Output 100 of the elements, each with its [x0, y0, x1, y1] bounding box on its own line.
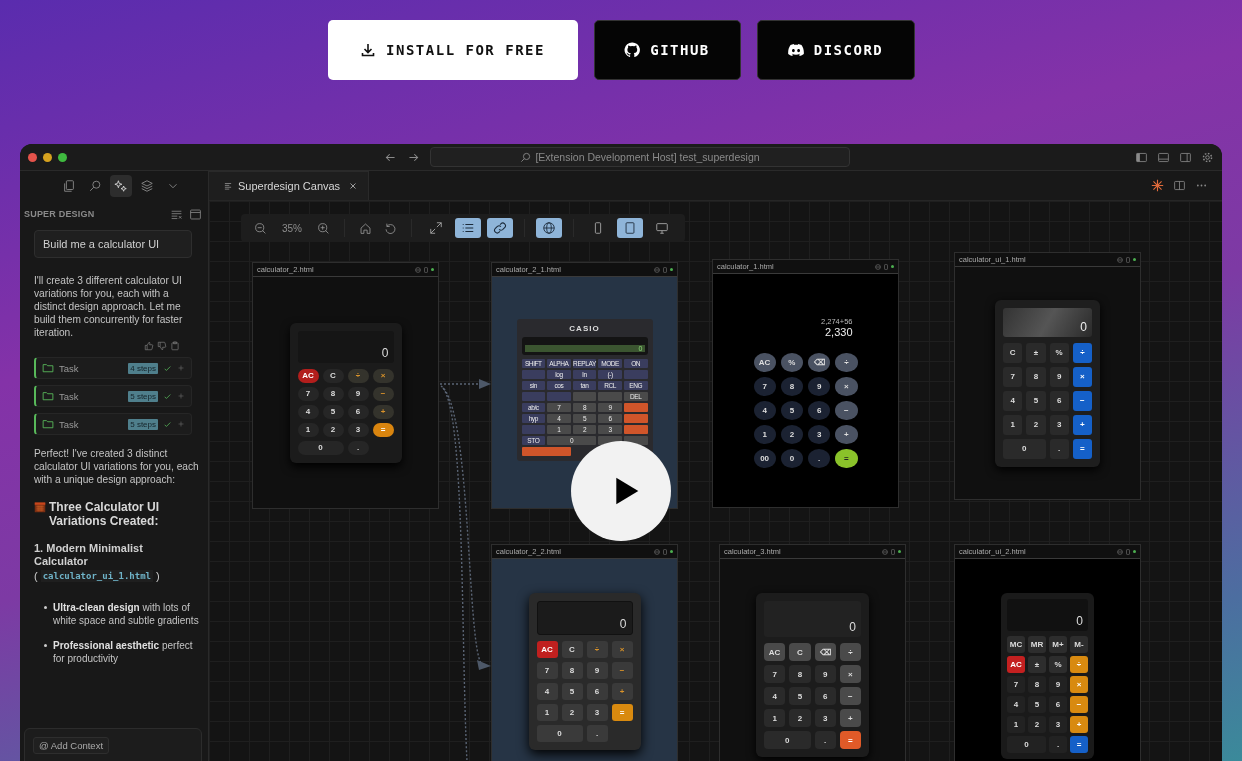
bullet-dot: [44, 606, 47, 609]
thumbs-down-icon[interactable]: [157, 341, 167, 351]
gamepad-icon: [787, 42, 804, 58]
steps-badge: 5 steps: [128, 418, 158, 430]
task-label: Task: [59, 390, 80, 402]
calculator-key: 3: [1049, 414, 1069, 435]
settings-icon[interactable]: [1201, 150, 1214, 164]
thumbs-up-icon[interactable]: [144, 341, 154, 351]
device-icon[interactable]: [1125, 548, 1131, 555]
add-context-chip[interactable]: @ Add Context: [33, 737, 110, 754]
calculator-key: 1: [536, 704, 558, 721]
check-icon: [163, 419, 172, 429]
globe-icon[interactable]: [654, 266, 660, 273]
close-icon[interactable]: [348, 181, 359, 191]
calculator-key: 2: [1028, 716, 1046, 733]
globe-icon[interactable]: [875, 263, 881, 270]
sparkles-tool[interactable]: [110, 175, 132, 197]
calculator-key: =: [1072, 438, 1092, 459]
clipboard-icon[interactable]: [170, 341, 180, 351]
calculator-key: 6: [808, 400, 831, 420]
calculator-key: C: [789, 643, 811, 661]
section-heading: Three Calculator UI Variations Created:: [49, 500, 161, 528]
calculator-key: 1: [297, 422, 319, 437]
task-row[interactable]: Task 4 steps: [34, 357, 192, 379]
calculator-key: 4: [1007, 696, 1025, 713]
calculator-key: 2: [322, 422, 344, 437]
task-row[interactable]: Task 5 steps: [34, 413, 192, 435]
tablet-button[interactable]: [617, 218, 643, 238]
panel-toggle-icon[interactable]: [1157, 150, 1170, 164]
calculator-key: 2: [1026, 414, 1046, 435]
calculator-key: MR: [1028, 636, 1046, 653]
minimize-dot[interactable]: [43, 152, 52, 162]
zoom-dot[interactable]: [58, 152, 67, 162]
globe-icon[interactable]: [882, 548, 888, 555]
calculator-key: 7: [536, 662, 558, 679]
tab-label: Superdesign Canvas: [238, 180, 341, 192]
sparkle-icon[interactable]: [1151, 179, 1164, 192]
calculator-key: ⌫: [808, 352, 831, 372]
device-icon[interactable]: [662, 266, 668, 273]
list-button[interactable]: [455, 218, 481, 238]
device-icon[interactable]: [662, 548, 668, 555]
search-field[interactable]: [Extension Development Host] test_superdesign: [430, 147, 850, 167]
bullet-dot: [44, 644, 47, 647]
device-icon[interactable]: [423, 266, 429, 273]
status-dot: [1133, 258, 1136, 261]
calculator-key: 3: [808, 424, 831, 444]
task-label: Task: [59, 418, 80, 430]
calculator-key: 9: [814, 665, 836, 683]
link-button[interactable]: GITHUB: [593, 20, 741, 80]
sparkles-icon: [114, 179, 128, 193]
globe-icon[interactable]: [654, 548, 660, 555]
globe-icon[interactable]: [1117, 256, 1123, 263]
design-canvas[interactable]: [209, 201, 1222, 761]
calculator-key: +: [839, 709, 861, 727]
split-editor-icon[interactable]: [1173, 179, 1186, 192]
editor-tab[interactable]: Superdesign Canvas: [209, 171, 370, 200]
device-icon[interactable]: [890, 548, 896, 555]
close-dot[interactable]: [28, 152, 37, 162]
calculator-key: 2: [561, 704, 583, 721]
device-icon[interactable]: [1125, 256, 1131, 263]
window-icon[interactable]: [189, 207, 202, 221]
home-icon[interactable]: [359, 221, 372, 235]
chat-composer[interactable]: @ Add Context: [24, 728, 202, 761]
desktop-icon: [655, 221, 669, 235]
globe-button[interactable]: [536, 218, 562, 238]
device-icon[interactable]: [883, 263, 889, 270]
status-dot: [1133, 550, 1136, 553]
globe-icon[interactable]: [1117, 548, 1123, 555]
calculator-key: 0: [764, 731, 811, 749]
calculator-key: M+: [1049, 636, 1067, 653]
link-button[interactable]: DISCORD: [756, 20, 915, 80]
calculator-brand: CASIO: [568, 323, 601, 333]
install-button[interactable]: INSTALL FOR FREE: [327, 20, 578, 80]
calculator-key: ÷: [586, 641, 608, 658]
calculator-key: 7: [297, 386, 319, 401]
calculator-key: 6: [1049, 390, 1069, 411]
panel-title: SUPER DESIGN: [24, 209, 96, 219]
search-icon: [88, 179, 102, 193]
calculator-key: 9: [808, 376, 831, 396]
list-icon: [461, 221, 475, 235]
calculator-key: .: [808, 448, 831, 468]
split-layout-icon[interactable]: [1179, 150, 1192, 164]
play-overlay[interactable]: [571, 441, 671, 541]
calculator-key: .: [586, 725, 608, 742]
sidebar-toggle-icon[interactable]: [1135, 150, 1148, 164]
calculator-key: 5: [1028, 696, 1046, 713]
calculator-key: [547, 391, 571, 401]
reset-icon[interactable]: [384, 221, 397, 235]
task-row[interactable]: Task 5 steps: [34, 385, 192, 407]
zoom-out-icon[interactable]: [254, 221, 267, 235]
folder-icon: [42, 390, 54, 402]
calculator-key: =: [372, 422, 394, 437]
zoom-in-icon[interactable]: [317, 221, 330, 235]
calculator-key: 3: [1049, 716, 1067, 733]
link-button[interactable]: [487, 218, 513, 238]
user-message: Build me a calculator UI: [34, 230, 192, 258]
calculator-key: ×: [1072, 366, 1092, 387]
calculator-key: =: [835, 448, 858, 468]
globe-icon[interactable]: [415, 266, 421, 273]
calculator-key: 6: [586, 683, 608, 700]
